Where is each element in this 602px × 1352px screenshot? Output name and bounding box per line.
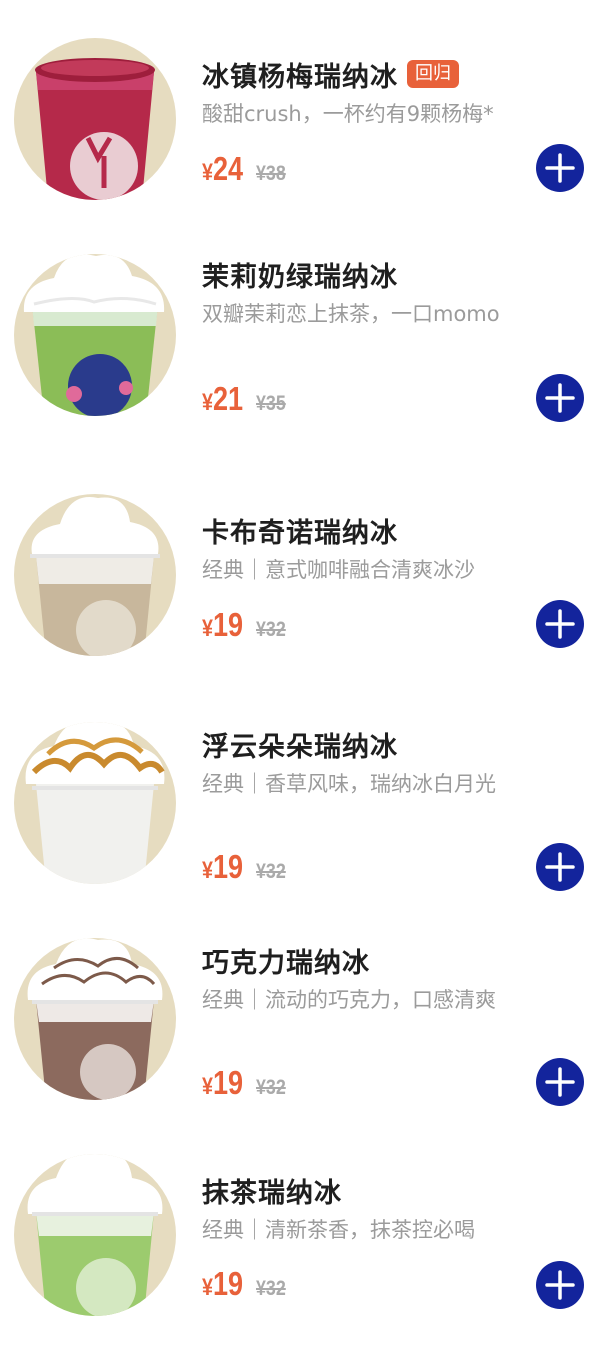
latte-cream-drink-icon[interactable] <box>14 494 176 656</box>
add-to-cart-button[interactable] <box>536 144 584 192</box>
plus-icon <box>545 1270 575 1300</box>
item-description: 经典｜清新茶香，抹茶控必喝 <box>202 1218 475 1242</box>
item-price: ¥19 <box>202 606 244 643</box>
item-name: 茉莉奶绿瑞纳冰 <box>202 261 398 293</box>
add-to-cart-button[interactable] <box>536 843 584 891</box>
add-to-cart-button[interactable] <box>536 600 584 648</box>
original-price: ¥32 <box>256 860 286 883</box>
return-badge: 回归 <box>407 60 459 88</box>
item-description: 经典｜香草风味，瑞纳冰白月光 <box>202 772 496 796</box>
chocolate-cream-drink-icon[interactable] <box>14 938 176 1100</box>
add-to-cart-button[interactable] <box>536 1261 584 1309</box>
add-to-cart-button[interactable] <box>536 374 584 422</box>
original-price: ¥35 <box>256 392 286 415</box>
original-price: ¥38 <box>256 162 286 185</box>
green-cream-drink-icon[interactable] <box>14 254 176 416</box>
plus-icon <box>545 852 575 882</box>
item-name: 巧克力瑞纳冰 <box>202 947 370 979</box>
matcha-cream-drink-icon[interactable] <box>14 1154 176 1316</box>
caramel-cream-drink-icon[interactable] <box>14 722 176 884</box>
item-description: 经典｜意式咖啡融合清爽冰沙 <box>202 558 475 582</box>
plus-icon <box>545 1067 575 1097</box>
item-price: ¥21 <box>202 380 244 417</box>
original-price: ¥32 <box>256 618 286 641</box>
item-description: 经典｜流动的巧克力，口感清爽 <box>202 988 496 1012</box>
item-price: ¥19 <box>202 1265 244 1302</box>
plus-icon <box>545 383 575 413</box>
item-name: 卡布奇诺瑞纳冰 <box>202 517 398 549</box>
item-price: ¥19 <box>202 1064 244 1101</box>
original-price: ¥32 <box>256 1076 286 1099</box>
item-description: 酸甜crush，一杯约有9颗杨梅* <box>202 102 494 126</box>
item-description: 双瓣茉莉恋上抹茶，一口momo <box>202 302 500 326</box>
item-price: ¥19 <box>202 848 244 885</box>
add-to-cart-button[interactable] <box>536 1058 584 1106</box>
original-price: ¥32 <box>256 1277 286 1300</box>
item-name: 抹茶瑞纳冰 <box>202 1177 342 1209</box>
item-name: 冰镇杨梅瑞纳冰 <box>202 61 398 93</box>
plus-icon <box>545 609 575 639</box>
red-drink-icon[interactable] <box>14 38 176 200</box>
item-name: 浮云朵朵瑞纳冰 <box>202 731 398 763</box>
item-price: ¥24 <box>202 150 244 187</box>
plus-icon <box>545 153 575 183</box>
